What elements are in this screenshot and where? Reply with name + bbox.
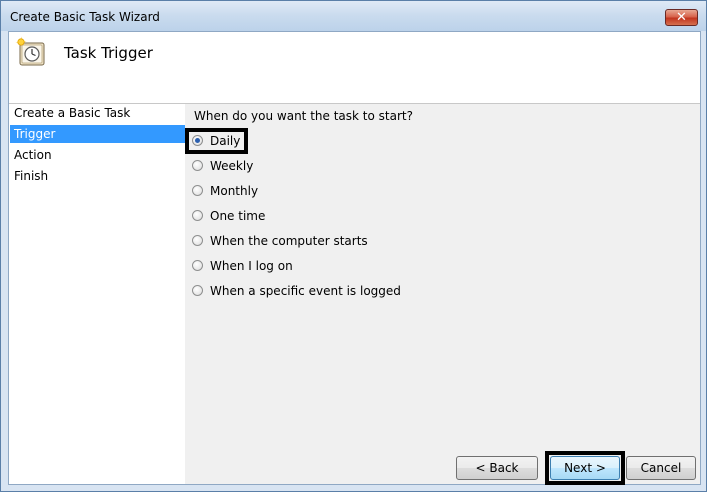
task-scheduler-clock-icon (15, 36, 45, 66)
radio-button[interactable] (192, 235, 203, 246)
page-title: Task Trigger (64, 44, 153, 62)
step-create-basic-task[interactable]: Create a Basic Task (10, 104, 185, 122)
focus-rectangle (185, 128, 248, 154)
wizard-client-area: Task Trigger Create a Basic Task Trigger… (8, 31, 701, 485)
window-title: Create Basic Task Wizard (10, 10, 160, 24)
next-button[interactable]: Next > (550, 456, 620, 480)
radio-button[interactable] (192, 285, 203, 296)
trigger-question: When do you want the task to start? (194, 109, 413, 123)
step-label: Create a Basic Task (14, 106, 131, 120)
wizard-steps-panel: Create a Basic Task Trigger Action Finis… (9, 104, 185, 484)
radio-label: When I log on (210, 259, 293, 273)
step-trigger[interactable]: Trigger (10, 125, 185, 143)
back-button[interactable]: < Back (456, 456, 538, 480)
radio-label: Weekly (210, 159, 254, 173)
radio-label: When the computer starts (210, 234, 368, 248)
radio-button[interactable] (192, 185, 203, 196)
radio-button[interactable] (192, 160, 203, 171)
radio-button[interactable] (192, 210, 203, 221)
wizard-window: Create Basic Task Wizard ✕ Task Trigger … (0, 0, 707, 492)
wizard-header: Task Trigger (9, 32, 700, 104)
close-icon: ✕ (676, 10, 687, 25)
radio-label: Monthly (210, 184, 259, 198)
step-finish[interactable]: Finish (10, 167, 185, 185)
radio-label: When a specific event is logged (210, 284, 401, 298)
radio-button[interactable] (192, 260, 203, 271)
step-label: Action (14, 148, 52, 162)
close-button[interactable]: ✕ (665, 9, 698, 26)
step-label: Trigger (14, 127, 56, 141)
title-bar[interactable]: Create Basic Task Wizard ✕ (1, 1, 706, 31)
step-action[interactable]: Action (10, 146, 185, 164)
step-label: Finish (14, 169, 49, 183)
cancel-button[interactable]: Cancel (626, 456, 696, 480)
radio-label: One time (210, 209, 266, 223)
